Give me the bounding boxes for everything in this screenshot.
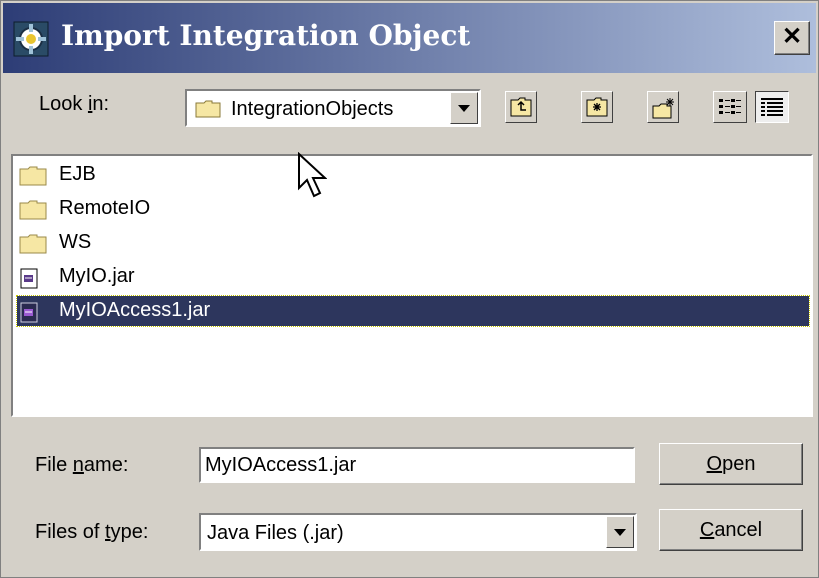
close-icon: ✕ bbox=[781, 23, 803, 50]
list-view-button[interactable] bbox=[713, 91, 747, 123]
window-title: Import Integration Object bbox=[61, 19, 471, 52]
folder-icon bbox=[19, 200, 47, 220]
list-view-icon bbox=[719, 99, 741, 114]
up-one-level-button[interactable] bbox=[505, 91, 537, 123]
import-dialog: Import Integration Object ✕ Look in: Int… bbox=[0, 0, 819, 578]
look-in-label: Look in: bbox=[39, 93, 110, 115]
details-view-icon bbox=[761, 98, 783, 116]
home-button[interactable] bbox=[581, 91, 613, 123]
mouse-cursor-icon bbox=[298, 152, 327, 198]
title-bar[interactable]: Import Integration Object ✕ bbox=[3, 3, 816, 73]
jar-file-icon bbox=[20, 302, 38, 323]
folder-icon bbox=[195, 100, 221, 118]
files-of-type-label: Files of type: bbox=[35, 521, 149, 543]
file-name-label: File name: bbox=[35, 454, 129, 476]
files-of-type-select[interactable]: Java Files (.jar) bbox=[199, 513, 637, 551]
file-list[interactable]: EJB RemoteIO WS MyIO.jar MyIOAccess1.jar bbox=[11, 154, 813, 417]
look-in-dropdown-button[interactable] bbox=[450, 92, 478, 124]
up-one-level-icon bbox=[510, 97, 532, 117]
open-button[interactable]: Open bbox=[659, 443, 803, 485]
jar-file-icon bbox=[20, 268, 38, 289]
new-folder-icon bbox=[652, 98, 674, 119]
list-item-selected[interactable]: MyIOAccess1.jar bbox=[16, 295, 810, 327]
cancel-button[interactable]: Cancel bbox=[659, 509, 803, 551]
folder-icon bbox=[19, 234, 47, 254]
files-of-type-value: Java Files (.jar) bbox=[207, 522, 344, 544]
files-of-type-dropdown-button[interactable] bbox=[606, 516, 634, 548]
home-icon bbox=[586, 97, 608, 117]
app-icon bbox=[13, 21, 49, 57]
look-in-value: IntegrationObjects bbox=[231, 98, 394, 120]
file-name-input[interactable]: MyIOAccess1.jar bbox=[199, 447, 635, 483]
folder-icon bbox=[19, 166, 47, 186]
details-view-button[interactable] bbox=[755, 91, 789, 123]
close-button[interactable]: ✕ bbox=[774, 21, 810, 55]
look-in-combo[interactable]: IntegrationObjects bbox=[185, 89, 481, 127]
new-folder-button[interactable] bbox=[647, 91, 679, 123]
